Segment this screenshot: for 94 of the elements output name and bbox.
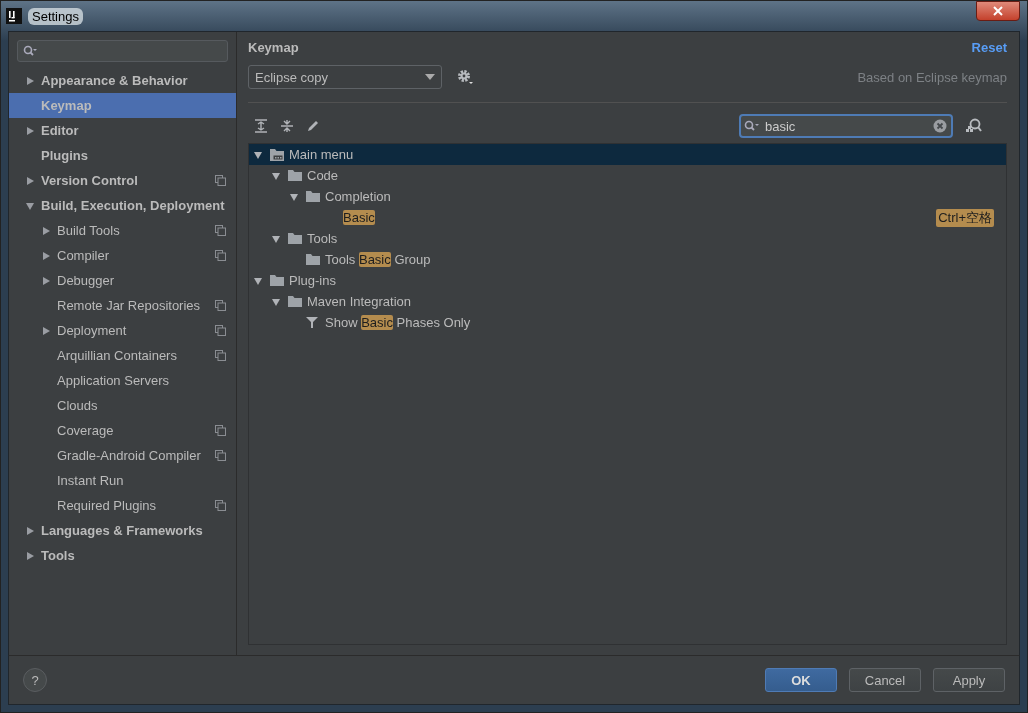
keymap-dropdown[interactable]: Eclipse copy [248,65,442,89]
expand-arrow-icon [41,250,51,261]
expand-arrow-icon [41,325,51,336]
sidebar-item[interactable]: Remote Jar Repositories [9,293,236,318]
tree-row[interactable]: Show Basic Phases Only [249,312,1006,333]
expand-all-icon[interactable] [254,119,268,133]
copy-icon [215,175,226,186]
tree-label: Plug-ins [289,273,336,288]
filter-icon [305,316,319,329]
help-button[interactable]: ? [23,668,47,692]
tree-label: Tools Basic Group [325,252,431,267]
folder-icon [287,232,303,245]
close-icon [992,6,1004,16]
tree-label: Completion [325,189,391,204]
based-on-label: Based on Eclipse keymap [857,69,1007,85]
window-title: Settings [28,7,83,25]
app-logo-icon [6,8,22,24]
copy-icon [215,325,226,336]
tree-label: Basic [343,210,375,225]
search-icon [744,120,760,132]
sidebar-item[interactable]: Appearance & Behavior [9,68,236,93]
settings-icon[interactable] [456,68,474,86]
sidebar-item[interactable]: Required Plugins [9,493,236,518]
collapse-arrow-icon [271,233,281,244]
expand-arrow-icon [25,550,35,561]
tree-label: Main menu [289,147,354,162]
tree-row[interactable]: Completion [249,186,1006,207]
sidebar-item[interactable]: Build Tools [9,218,236,243]
sidebar-item[interactable]: Tools [9,543,236,568]
collapse-arrow-icon [271,170,281,181]
sidebar-item[interactable]: Clouds [9,393,236,418]
copy-icon [215,425,226,436]
sidebar-item[interactable]: Compiler [9,243,236,268]
sidebar-item[interactable]: Instant Run [9,468,236,493]
sidebar-item[interactable]: Plugins [9,143,236,168]
expand-arrow-icon [41,275,51,286]
shortcut-label: Ctrl+空格 [936,208,994,227]
tree-label: Maven Integration [307,294,412,309]
page-title: Keymap [248,39,299,55]
search-field[interactable] [17,40,228,62]
collapse-arrow-icon [271,296,281,307]
tree-row[interactable]: Plug-ins [249,270,1006,291]
folder-icon [287,169,303,182]
copy-icon [215,500,226,511]
sidebar-item[interactable]: Arquillian Containers [9,343,236,368]
sidebar-item[interactable]: Deployment [9,318,236,343]
expand-arrow-icon [25,125,35,136]
dialog-button[interactable]: Apply [933,668,1005,692]
tree-label: Tools [307,231,338,246]
folder-icon [287,295,303,308]
close-button[interactable] [976,1,1020,21]
copy-icon [215,350,226,361]
collapse-arrow-icon [253,149,263,160]
sidebar-item[interactable]: Debugger [9,268,236,293]
clear-icon[interactable] [933,119,947,133]
tree-row[interactable]: Main menu [249,144,1006,165]
dialog-button[interactable]: OK [765,668,837,692]
search-icon [23,45,37,57]
sidebar-item[interactable]: Version Control [9,168,236,193]
tree-row[interactable]: Tools [249,228,1006,249]
tree-row[interactable]: Code [249,165,1006,186]
folder-icon [305,253,321,266]
sidebar-item[interactable]: Coverage [9,418,236,443]
collapse-arrow-icon [289,191,299,202]
menu-folder-icon [269,147,285,162]
pencil-icon[interactable] [306,119,320,133]
copy-icon [215,225,226,236]
sidebar-item[interactable]: Gradle-Android Compiler [9,443,236,468]
sidebar-item[interactable]: Build, Execution, Deployment [9,193,236,218]
collapse-arrow-icon [25,200,35,211]
copy-icon [215,300,226,311]
tree-row[interactable]: Basic Ctrl+空格 [249,207,1006,228]
find-by-shortcut-icon[interactable] [965,117,983,135]
copy-icon [215,450,226,461]
search-field[interactable]: basic [739,114,953,138]
expand-arrow-icon [25,75,35,86]
tree-label: Show Basic Phases Only [325,315,471,330]
dialog-button[interactable]: Cancel [849,668,921,692]
folder-icon [305,190,321,203]
tree-row[interactable]: Tools Basic Group [249,249,1006,270]
tree-label: Code [307,168,339,183]
reset-link[interactable]: Reset [971,39,1007,55]
expand-arrow-icon [25,525,35,536]
folder-icon [269,274,285,287]
collapse-arrow-icon [253,275,263,286]
sidebar-item[interactable]: Editor [9,118,236,143]
tree-row[interactable]: Maven Integration [249,291,1006,312]
copy-icon [215,250,226,261]
caret-icon [425,74,435,80]
expand-arrow-icon [25,175,35,186]
sidebar-item[interactable]: Languages & Frameworks [9,518,236,543]
sidebar-item[interactable]: Application Servers [9,368,236,393]
collapse-all-icon[interactable] [280,119,294,133]
expand-arrow-icon [41,225,51,236]
